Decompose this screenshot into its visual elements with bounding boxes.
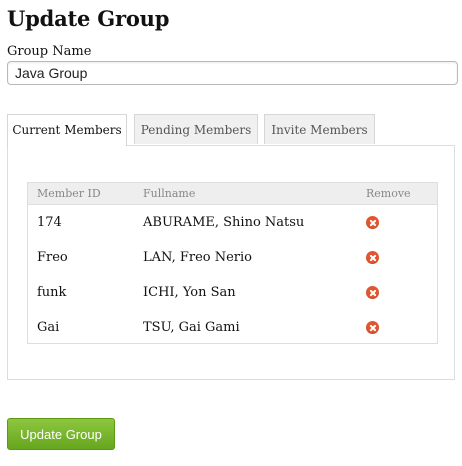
member-id-cell: funk — [37, 285, 67, 300]
update-group-button[interactable]: Update Group — [7, 418, 115, 450]
tab-invite-members[interactable]: Invite Members — [264, 114, 375, 144]
fullname-cell: LAN, Freo Nerio — [143, 250, 252, 265]
member-tabs: Current Members Pending Members Invite M… — [7, 114, 456, 146]
member-id-cell: 174 — [37, 215, 62, 230]
tab-current-members[interactable]: Current Members — [7, 114, 127, 146]
column-header-remove: Remove — [366, 187, 411, 200]
fullname-cell: ICHI, Yon San — [143, 285, 236, 300]
column-header-member-id: Member ID — [37, 187, 101, 200]
group-name-label: Group Name — [7, 44, 92, 59]
table-row: funk ICHI, Yon San — [28, 275, 437, 310]
remove-icon[interactable] — [366, 251, 379, 264]
table-row: 174 ABURAME, Shino Natsu — [28, 205, 437, 240]
remove-icon[interactable] — [366, 216, 379, 229]
table-row: Freo LAN, Freo Nerio — [28, 240, 437, 275]
current-members-panel: Member ID Fullname Remove 174 ABURAME, S… — [7, 145, 455, 380]
fullname-cell: ABURAME, Shino Natsu — [143, 215, 305, 230]
member-id-cell: Gai — [37, 320, 60, 335]
table-header: Member ID Fullname Remove — [28, 183, 437, 205]
page-title: Update Group — [7, 6, 170, 31]
remove-icon[interactable] — [366, 286, 379, 299]
remove-icon[interactable] — [366, 321, 379, 334]
group-name-input[interactable] — [7, 61, 458, 85]
member-id-cell: Freo — [37, 250, 68, 265]
column-header-fullname: Fullname — [143, 187, 196, 200]
fullname-cell: TSU, Gai Gami — [143, 320, 240, 335]
table-row: Gai TSU, Gai Gami — [28, 310, 437, 345]
tab-pending-members[interactable]: Pending Members — [134, 114, 258, 144]
members-table: Member ID Fullname Remove 174 ABURAME, S… — [27, 182, 438, 344]
